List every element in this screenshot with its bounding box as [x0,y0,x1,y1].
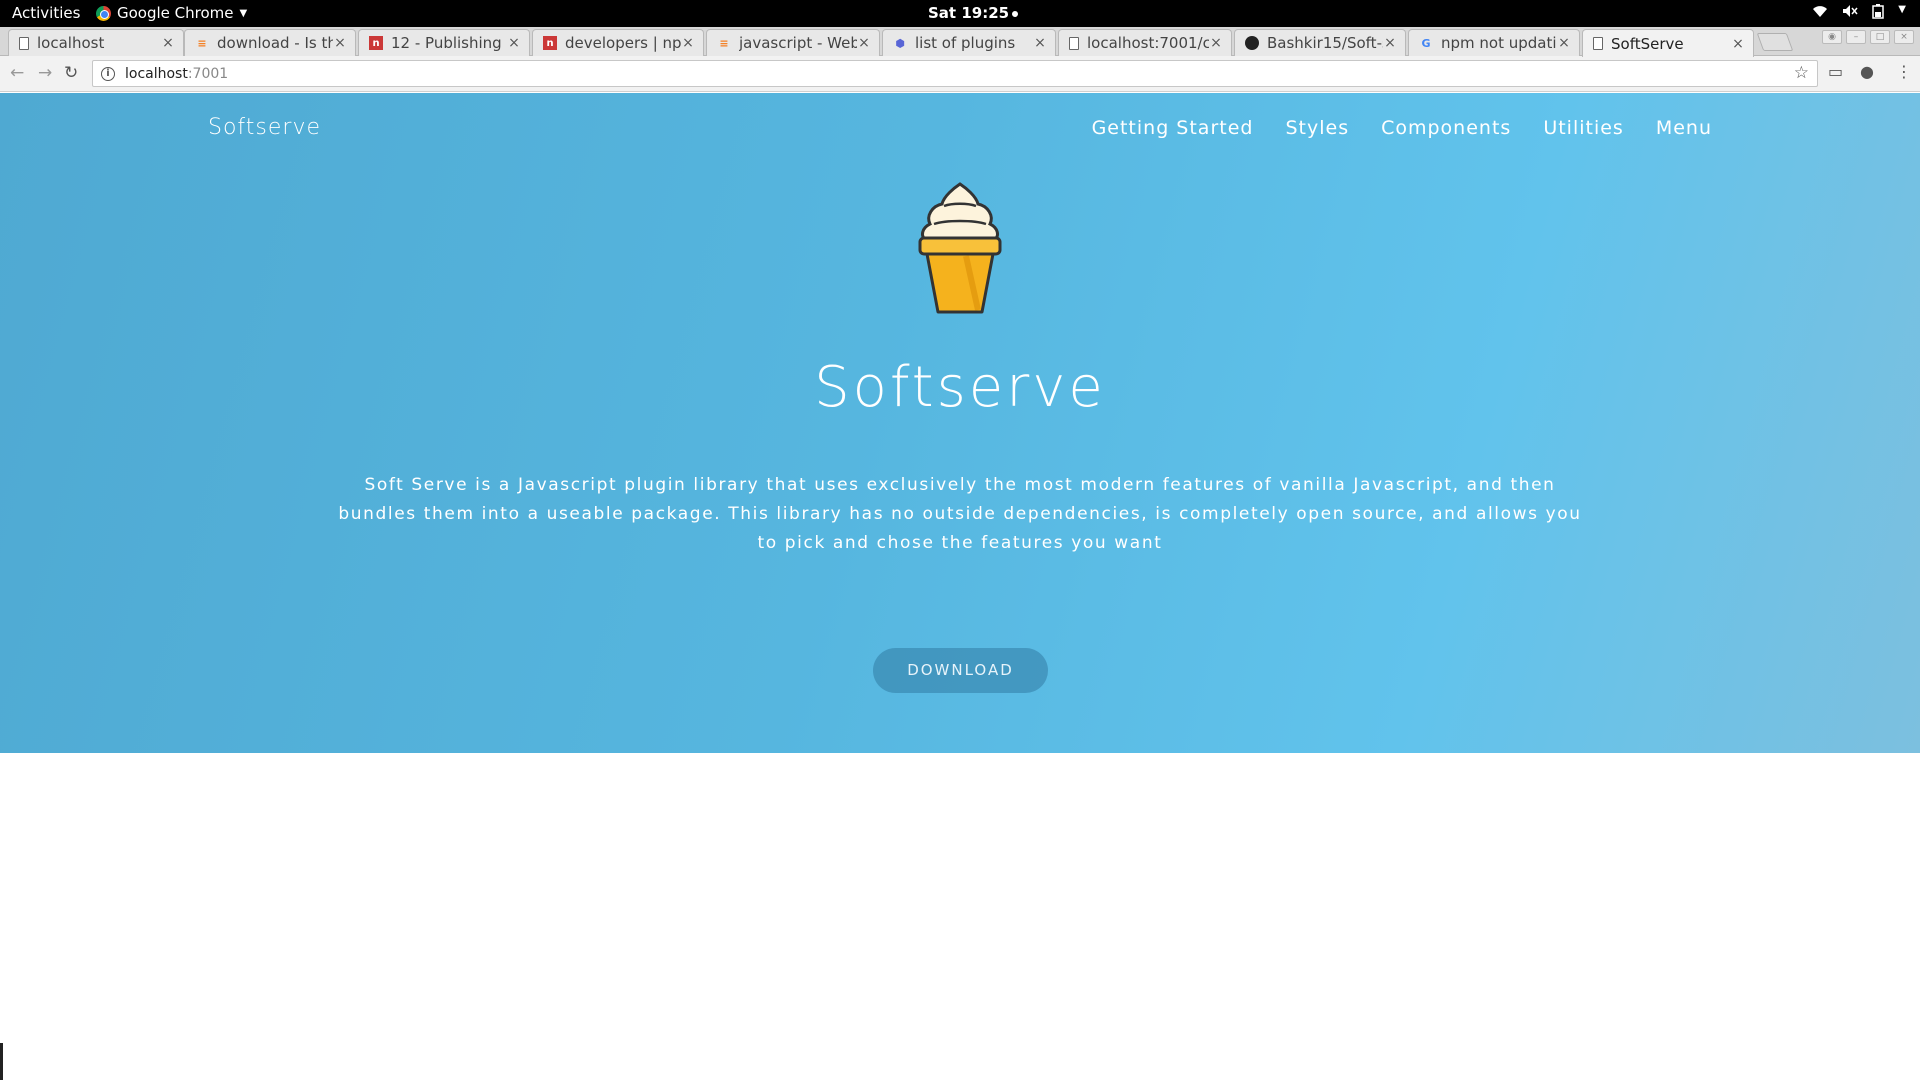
tab-title: download - Is the [217,34,333,52]
profile-icon[interactable]: ◉ [1822,30,1842,44]
tab-title: list of plugins [915,34,1016,52]
tab-list-of-plugins[interactable]: ⬢ list of plugins × [882,29,1056,56]
corner-marker [0,1043,3,1080]
close-icon[interactable]: × [507,35,521,51]
tab-npm-not-updating[interactable]: G npm not updating × [1408,29,1580,56]
tab-title: Bashkir15/Soft-s [1267,34,1383,52]
doc-icon [1069,36,1079,50]
reload-icon[interactable]: ↻ [64,63,78,83]
close-icon[interactable]: × [1383,35,1397,51]
browser-toolbar: ← → ↻ i localhost:7001 ☆ ▭ ● ⋮ [0,56,1920,92]
close-icon[interactable]: × [1033,35,1047,51]
npm-icon: n [369,36,383,50]
tab-title: npm not updating [1441,34,1557,52]
nav-menu[interactable]: Menu [1656,117,1712,139]
forward-icon[interactable]: → [38,63,52,83]
url-port: :7001 [187,65,229,82]
ice-cream-cone-icon [910,178,1010,318]
extension-icon[interactable]: ● [1860,62,1874,81]
info-icon[interactable]: i [101,66,115,81]
url-host: localhost [125,65,188,82]
clock[interactable]: Sat 19:25 [928,4,1019,22]
google-icon: G [1421,36,1431,50]
close-icon[interactable]: × [857,35,871,51]
tab-localhost-7001[interactable]: localhost:7001/c × [1058,29,1232,56]
nav-components[interactable]: Components [1381,117,1511,139]
system-tray[interactable]: ▼ [1812,4,1906,23]
tab-github[interactable]: Bashkir15/Soft-s × [1234,29,1406,56]
tab-developers-npm[interactable]: n developers | npm × [532,29,704,56]
close-icon[interactable]: × [161,35,175,51]
system-top-bar: Activities Google Chrome ▼ Sat 19:25 ▼ [0,0,1920,27]
hex-icon: ⬢ [895,36,905,50]
close-icon[interactable]: × [681,35,695,51]
address-bar[interactable]: i localhost:7001 ☆ [92,60,1818,87]
tab-title: javascript - Webp [739,34,857,52]
close-icon[interactable]: × [1209,35,1223,51]
new-tab-button[interactable] [1756,33,1794,51]
tab-title: developers | npm [565,34,681,52]
minimize-icon[interactable]: – [1846,30,1866,44]
tab-localhost[interactable]: localhost × [8,29,184,56]
hero-title: Softserve [814,355,1106,420]
tab-download[interactable]: ≡ download - Is the × [184,29,356,56]
nav-utilities[interactable]: Utilities [1543,117,1624,139]
clock-text: Sat 19:25 [928,4,1010,22]
page-viewport: Softserve Getting Started Styles Compone… [0,93,1920,1080]
app-name: Google Chrome [117,4,234,22]
activities-button[interactable]: Activities [12,4,80,22]
volume-muted-icon [1842,4,1858,23]
close-icon[interactable]: × [1731,36,1745,52]
window-controls: ◉ – □ × [1822,30,1914,44]
site-nav: Getting Started Styles Components Utilit… [1092,117,1712,139]
chevron-down-icon: ▼ [1898,4,1906,15]
tab-strip: localhost × ≡ download - Is the × n 12 -… [0,27,1920,57]
hero-description: Soft Serve is a Javascript plugin librar… [338,475,1582,553]
cast-icon[interactable]: ▭ [1828,62,1843,81]
tab-softserve[interactable]: SoftServe × [1582,29,1754,57]
back-icon[interactable]: ← [10,63,24,83]
battery-icon [1872,4,1885,23]
tab-title: localhost:7001/c [1087,34,1209,52]
app-menu[interactable]: Google Chrome ▼ [96,4,247,22]
menu-kebab-icon[interactable]: ⋮ [1896,62,1912,81]
doc-icon [1593,37,1603,50]
close-icon[interactable]: × [1557,35,1571,51]
nav-getting-started[interactable]: Getting Started [1092,117,1254,139]
tab-title: 12 - Publishing n [391,34,507,52]
download-button[interactable]: DOWNLOAD [873,648,1048,693]
wifi-icon [1812,4,1828,23]
site-brand[interactable]: Softserve [208,115,321,140]
stackoverflow-icon: ≡ [197,36,207,50]
github-icon [1245,36,1259,50]
bookmark-star-icon[interactable]: ☆ [1794,63,1809,83]
close-icon[interactable]: × [333,35,347,51]
tab-title: SoftServe [1611,34,1684,53]
tab-title: localhost [37,34,105,52]
nav-styles[interactable]: Styles [1285,117,1349,139]
tab-publishing[interactable]: n 12 - Publishing n × [358,29,530,56]
chrome-icon [96,5,111,21]
close-window-icon[interactable]: × [1894,30,1914,44]
tab-javascript-webpack[interactable]: ≡ javascript - Webp × [706,29,880,56]
npm-icon: n [543,36,557,50]
stackoverflow-icon: ≡ [719,36,729,50]
chevron-down-icon: ▼ [239,7,248,19]
maximize-icon[interactable]: □ [1870,30,1890,44]
notification-dot-icon [1012,10,1019,17]
doc-icon [19,36,29,50]
hero-section: Softserve Getting Started Styles Compone… [0,93,1920,753]
